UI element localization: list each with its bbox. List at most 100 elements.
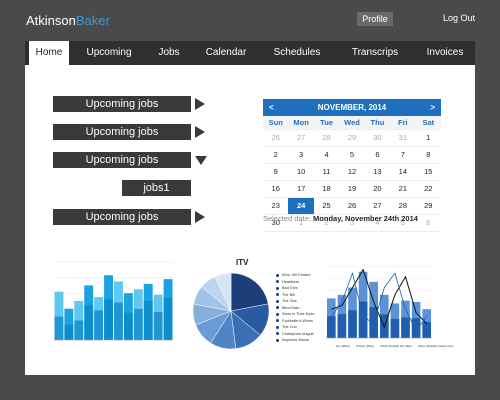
chevron-right-icon[interactable] [195, 211, 205, 223]
brand-logo[interactable]: AtkinsonBaker [26, 13, 110, 28]
legend-item: Clicks (Default) Item Bars [380, 344, 412, 348]
legend-item: Industry (Bars) [355, 344, 375, 348]
calendar-day[interactable]: 22 [415, 181, 441, 198]
calendar-day[interactable]: 19 [339, 181, 365, 198]
calendar-dow: Sun [263, 116, 289, 130]
legend-label: Heartbeat [282, 279, 299, 284]
calendar-header: < NOVEMBER, 2014 > [263, 99, 441, 116]
chevron-down-icon[interactable] [195, 156, 207, 165]
calendar-dow: Thu [364, 116, 391, 130]
bar-chart [54, 261, 173, 341]
legend-dot-icon [276, 338, 279, 342]
bar [337, 314, 347, 338]
tab-jobs[interactable]: Jobs [149, 41, 189, 65]
calendar-day[interactable]: 1 [415, 130, 441, 147]
logout-link[interactable]: Log Out [443, 13, 475, 23]
calendar-widget: < NOVEMBER, 2014 > Sun Mon Tue Wed Thu Fri Sat… [263, 99, 441, 232]
bar [390, 318, 400, 338]
calendar-day[interactable]: 14 [390, 164, 416, 181]
legend-dot-icon [276, 273, 279, 277]
calendar-day[interactable]: 13 [364, 164, 391, 181]
legend-item: Clicks (Default) Industry Item [417, 344, 454, 348]
calendar-day[interactable]: 26 [339, 198, 365, 215]
pie-chart-title: ITV [236, 258, 249, 267]
profile-button[interactable]: Profile [357, 12, 393, 26]
bar [133, 308, 143, 340]
tab-schedules[interactable]: Schedules [263, 41, 331, 65]
calendar-day[interactable]: 26 [263, 130, 289, 147]
calendar-day[interactable]: 28 [313, 130, 340, 147]
legend-dot-icon [276, 312, 279, 316]
calendar-day[interactable]: 12 [339, 164, 365, 181]
calendar-day[interactable]: 30 [364, 130, 391, 147]
calendar-day[interactable]: 31 [390, 130, 416, 147]
calendar-day[interactable]: 23 [263, 198, 289, 215]
calendar-day[interactable]: 25 [313, 198, 340, 215]
calendar-dow: Fri [390, 116, 416, 130]
calendar-day[interactable]: 15 [415, 164, 441, 181]
chevron-left-icon[interactable]: < [269, 99, 274, 116]
calendar-day[interactable]: 6 [415, 215, 441, 232]
combo-legend: Item (Bars) Industry (Bars) Clicks (Defaul… [336, 344, 454, 348]
calendar-day[interactable]: 27 [288, 130, 314, 147]
job-item[interactable]: Upcoming jobs [53, 96, 191, 112]
bar [94, 310, 104, 340]
legend-label: The Bill [282, 292, 295, 297]
tab-transcrips[interactable]: Transcrips [343, 41, 407, 65]
legend-label: Inspector Morse [282, 338, 310, 343]
legend-label: The Cub [282, 325, 297, 330]
calendar-day[interactable]: 28 [390, 198, 416, 215]
legend-label: Champions league [282, 331, 314, 336]
calendar-day[interactable]: 4 [313, 147, 340, 164]
calendar-day[interactable]: 17 [288, 181, 314, 198]
calendar-dow: Sat [415, 116, 441, 130]
calendar-day[interactable]: 29 [339, 130, 365, 147]
calendar-day[interactable]: 16 [263, 181, 289, 198]
bar [411, 318, 421, 338]
calendar-day[interactable]: 8 [415, 147, 441, 164]
calendar-day[interactable]: 6 [364, 147, 391, 164]
bar [114, 302, 123, 340]
legend-label: Blind Date [282, 305, 300, 310]
chevron-right-icon[interactable]: > [430, 99, 435, 116]
calendar-day[interactable]: 9 [263, 164, 289, 181]
legend-dot-icon [276, 325, 279, 329]
calendar-day[interactable]: 5 [339, 147, 365, 164]
bar [358, 301, 368, 338]
legend-label: The Vice [282, 299, 297, 304]
calendar-dow: Tue [313, 116, 340, 130]
calendar-day[interactable]: 2 [263, 147, 289, 164]
legend-dot-icon [276, 306, 279, 310]
tab-upcoming[interactable]: Upcoming [80, 41, 138, 65]
job-item[interactable]: Upcoming jobs [53, 124, 191, 140]
legend-label: Who, Wil Ernaire [282, 273, 311, 278]
legend-dot-icon [276, 286, 279, 290]
selected-date: Selected date: Monday, November 24th 201… [263, 214, 418, 223]
calendar-day[interactable]: 7 [390, 147, 416, 164]
bar [54, 316, 64, 340]
calendar-day[interactable]: 11 [313, 164, 340, 181]
chevron-right-icon[interactable] [195, 98, 205, 110]
tab-calendar[interactable]: Calendar [197, 41, 255, 65]
legend-dot-icon [276, 319, 279, 323]
calendar-day[interactable]: 10 [288, 164, 314, 181]
calendar-day[interactable]: 24 [288, 198, 314, 215]
bar [123, 312, 133, 340]
tab-invoices[interactable]: Invoices [417, 41, 473, 65]
job-item[interactable]: Upcoming jobs [53, 152, 191, 168]
chevron-right-icon[interactable] [195, 126, 205, 138]
main-nav: Home Upcoming Jobs Calendar Schedules Tr… [25, 41, 475, 65]
calendar-day[interactable]: 18 [313, 181, 340, 198]
job-item[interactable]: Upcoming jobs [53, 209, 191, 225]
legend-item: Item (Bars) [336, 344, 350, 348]
legend-dot-icon [276, 293, 279, 297]
calendar-day[interactable]: 27 [364, 198, 391, 215]
job-subitem[interactable]: jobs1 [122, 180, 191, 196]
selected-date-value: Monday, November 24th 2014 [313, 214, 418, 223]
calendar-day[interactable]: 20 [364, 181, 391, 198]
calendar-day[interactable]: 3 [288, 147, 314, 164]
bar [163, 297, 173, 340]
tab-home[interactable]: Home [29, 41, 69, 65]
calendar-day[interactable]: 29 [415, 198, 441, 215]
calendar-day[interactable]: 21 [390, 181, 416, 198]
